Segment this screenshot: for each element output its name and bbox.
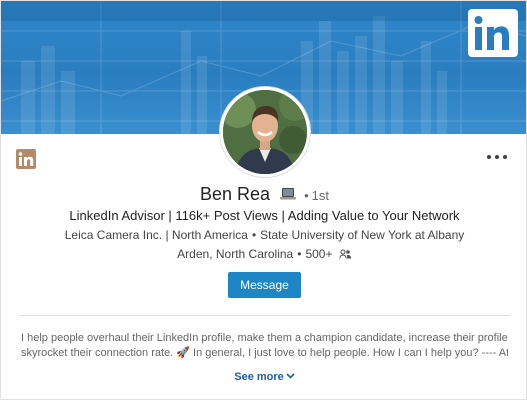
connections-icon: [339, 248, 352, 259]
message-button[interactable]: Message: [228, 272, 301, 298]
see-more-button[interactable]: See more: [1, 370, 526, 383]
avatar[interactable]: [220, 87, 310, 177]
summary-line-1: I help people overhaul their LinkedIn pr…: [21, 332, 508, 344]
connection-degree: • 1st: [304, 188, 329, 203]
chevron-down-icon: [286, 370, 295, 379]
summary-line-2: skyrocket their connection rate. 🚀 In ge…: [21, 347, 508, 359]
current-company[interactable]: Leica Camera Inc. | North America: [65, 228, 248, 242]
linkedin-badge-icon: [16, 149, 36, 169]
school[interactable]: State University of New York at Albany: [260, 228, 464, 242]
laptop-icon: [279, 185, 297, 200]
more-options-icon[interactable]: [486, 151, 508, 163]
profile-org-line: Leica Camera Inc. | North America • State …: [64, 228, 465, 242]
linkedin-logo-icon[interactable]: [468, 9, 518, 57]
profile-card: Ben Rea • 1st LinkedIn Advisor | 116k+ Po…: [0, 0, 527, 400]
connections-count[interactable]: 500+: [305, 247, 332, 261]
profile-headline: LinkedIn Advisor | 116k+ Post Views | Ad…: [69, 208, 460, 223]
profile-summary: I help people overhaul their LinkedIn pr…: [21, 331, 508, 361]
profile-location-line: Arden, North Carolina • 500+: [1, 247, 526, 261]
see-more-label: See more: [234, 371, 284, 383]
profile-name: Ben Rea: [200, 184, 271, 204]
profile-name-row: Ben Rea • 1st: [1, 184, 526, 205]
divider: [19, 315, 510, 316]
location: Arden, North Carolina: [177, 247, 294, 261]
